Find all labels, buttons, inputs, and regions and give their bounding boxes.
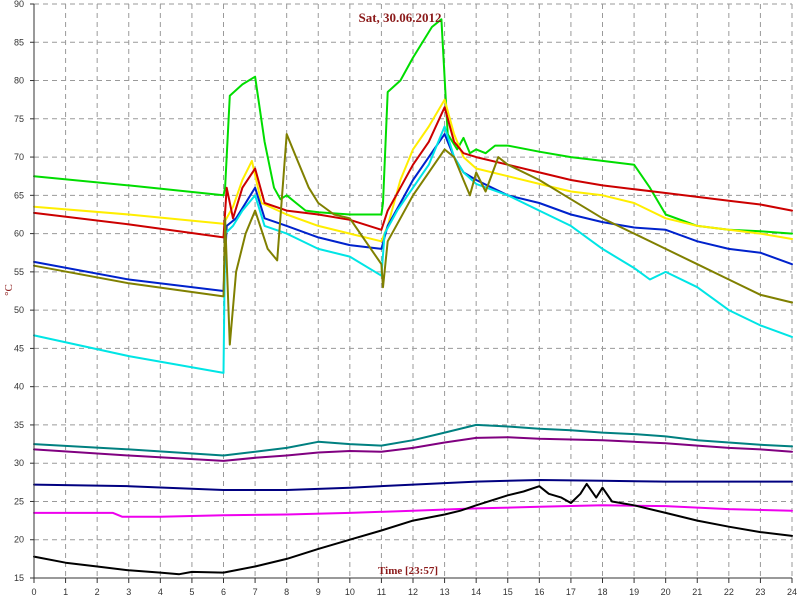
x-tick-label: 16 xyxy=(534,587,544,597)
temperature-chart: 0 1 2 3 4 5 6 7 8 9 10 11 12 13 14 15 16 17 18 19 20 21 22 23 24… xyxy=(3,0,797,597)
y-tick-label: 15 xyxy=(14,573,24,583)
y-tick-label: 60 xyxy=(14,229,24,239)
x-tick-label: 7 xyxy=(253,587,258,597)
x-tick-label: 4 xyxy=(158,587,163,597)
y-tick-label: 55 xyxy=(14,267,24,277)
x-tick-label: 20 xyxy=(661,587,671,597)
y-tick-label: 40 xyxy=(14,382,24,392)
y-axis-label: °C xyxy=(3,284,15,296)
x-tick-label: 19 xyxy=(629,587,639,597)
y-tick-label: 85 xyxy=(14,37,24,47)
series-line-3 xyxy=(33,106,793,239)
axes xyxy=(30,3,793,583)
y-tick-label: 30 xyxy=(14,458,24,468)
y-tick-label: 90 xyxy=(14,0,24,9)
x-tick-label: 12 xyxy=(408,587,418,597)
y-tick-label: 80 xyxy=(14,76,24,86)
x-tick-label: 6 xyxy=(221,587,226,597)
x-tick-label: 9 xyxy=(316,587,321,597)
x-tick-label: 15 xyxy=(503,587,513,597)
y-tick-label: 35 xyxy=(14,420,24,430)
x-tick-label: 10 xyxy=(345,587,355,597)
y-tick-label: 20 xyxy=(14,535,24,545)
x-tick-label: 3 xyxy=(126,587,131,597)
x-tick-label: 2 xyxy=(95,587,100,597)
y-tick-label: 45 xyxy=(14,343,24,353)
y-tick-label: 50 xyxy=(14,305,24,315)
x-tick-label: 22 xyxy=(724,587,734,597)
y-tick-label: 65 xyxy=(14,190,24,200)
x-tick-label: 8 xyxy=(284,587,289,597)
x-tick-label: 17 xyxy=(566,587,576,597)
y-tick-label: 75 xyxy=(14,114,24,124)
x-tick-label: 18 xyxy=(597,587,607,597)
x-axis-label: Time [23:57] xyxy=(378,565,438,577)
x-tick-label: 13 xyxy=(440,587,450,597)
y-tick-label: 70 xyxy=(14,152,24,162)
x-tick-label: 14 xyxy=(471,587,481,597)
x-tick-label: 23 xyxy=(755,587,765,597)
chart-title: Sat, 30.06.2012 xyxy=(358,10,441,25)
x-tick-label: 1 xyxy=(63,587,68,597)
x-tick-label: 5 xyxy=(189,587,194,597)
x-tick-label: 24 xyxy=(787,587,797,597)
x-tick-label: 0 xyxy=(31,587,36,597)
x-tick-label: 21 xyxy=(692,587,702,597)
x-tick-label: 11 xyxy=(377,587,386,597)
y-tick-label: 25 xyxy=(14,496,24,506)
grid-lines xyxy=(33,3,793,579)
